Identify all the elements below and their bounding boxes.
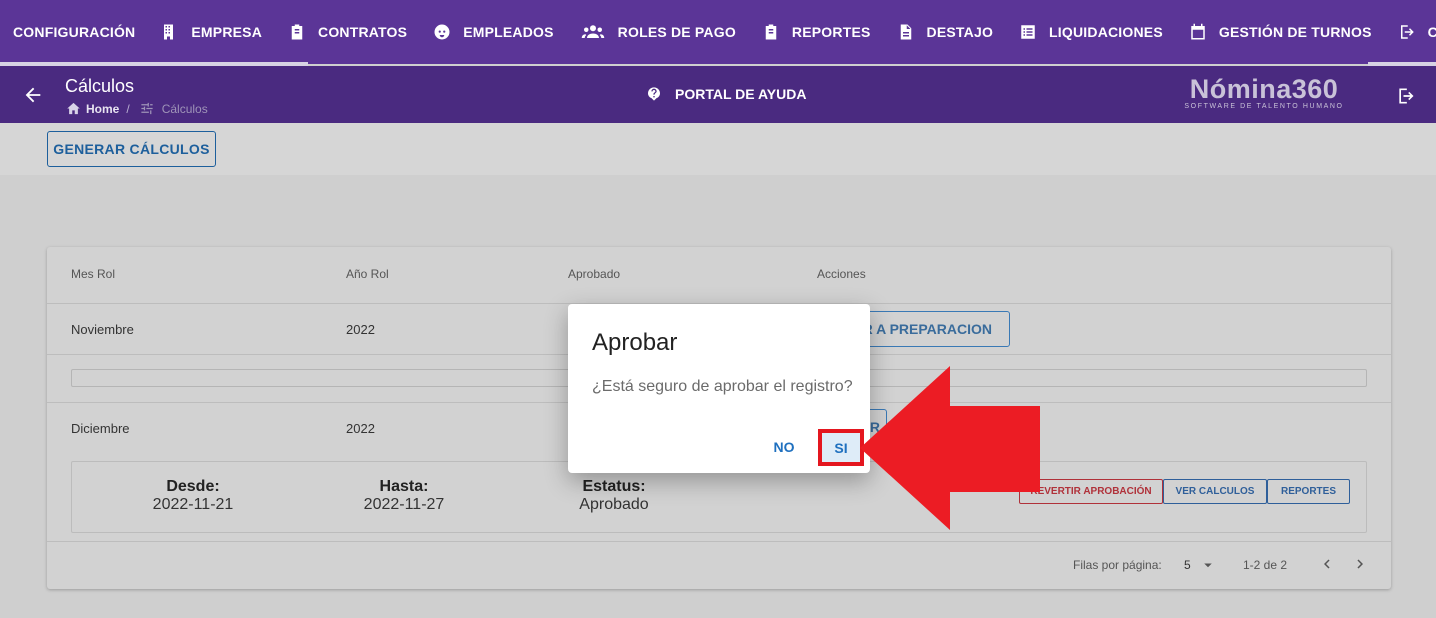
sliders-icon xyxy=(141,102,153,115)
detail-estatus: Estatus: Aprobado xyxy=(559,478,669,514)
brand-tagline: SOFTWARE DE TALENTO HUMANO xyxy=(1184,103,1344,110)
page-header: Cálculos Home / Cálculos PORTAL DE AYUDA… xyxy=(0,66,1436,123)
breadcrumb: Home / Cálculos xyxy=(66,101,208,116)
rows-per-page-select[interactable]: 5 xyxy=(1184,558,1191,572)
detail-desde-value: 2022-11-21 xyxy=(152,496,234,513)
nav-label: DESTAJO xyxy=(926,24,994,40)
building-icon xyxy=(161,23,179,41)
brand-name: Nómina360 xyxy=(1189,74,1339,104)
cell-anio: 2022 xyxy=(346,322,375,337)
document-icon xyxy=(897,23,915,41)
nav-label: EMPLEADOS xyxy=(463,24,554,40)
people-icon xyxy=(580,23,606,41)
breadcrumb-home[interactable]: Home xyxy=(86,102,119,116)
top-navigation: CONFIGURACIÓN EMPRESA CONTRATOS EMPLEADO… xyxy=(0,0,1436,64)
list-icon xyxy=(1019,23,1037,41)
breadcrumb-current: Cálculos xyxy=(137,101,208,116)
help-label: PORTAL DE AYUDA xyxy=(675,86,807,102)
nav-cerrar[interactable]: CERRA xyxy=(1385,0,1436,64)
dialog-no-button[interactable]: NO xyxy=(764,430,804,464)
nav-label: LIQUIDACIONES xyxy=(1049,24,1163,40)
face-icon xyxy=(433,23,451,41)
nav-contratos[interactable]: CONTRATOS xyxy=(275,0,420,64)
nav-gestion-de-turnos[interactable]: GESTIÓN DE TURNOS xyxy=(1176,0,1385,64)
detail-hasta-value: 2022-11-27 xyxy=(363,496,445,513)
breadcrumb-separator: / xyxy=(126,101,130,116)
nav-empresa[interactable]: EMPRESA xyxy=(148,0,275,64)
generate-calculations-button[interactable]: GENERAR CÁLCULOS xyxy=(47,131,216,167)
nav-label: ROLES DE PAGO xyxy=(617,24,736,40)
calendar-icon xyxy=(1189,23,1207,41)
cell-mes: Diciembre xyxy=(71,421,130,436)
next-page-icon[interactable] xyxy=(1351,555,1369,573)
approve-dialog: Aprobar ¿Está seguro de aprobar el regis… xyxy=(568,304,870,473)
dialog-message: ¿Está seguro de aprobar el registro? xyxy=(592,378,853,395)
dialog-title: Aprobar xyxy=(592,329,678,356)
nav-roles-de-pago[interactable]: ROLES DE PAGO xyxy=(567,0,749,64)
column-header-aprobado[interactable]: Aprobado xyxy=(568,267,620,281)
rows-per-page-label: Filas por página: xyxy=(1073,558,1162,572)
detail-estatus-label: Estatus: xyxy=(582,478,646,495)
help-icon xyxy=(648,87,660,101)
nav-label: REPORTES xyxy=(791,24,871,40)
nav-label: EMPRESA xyxy=(191,24,263,40)
red-arrow-annotation-icon xyxy=(860,366,1040,530)
clipboard-icon xyxy=(762,23,780,41)
column-header-anio-rol[interactable]: Año Rol xyxy=(346,267,389,281)
page-title: Cálculos xyxy=(65,76,135,96)
nav-label: CONFIGURACIÓN xyxy=(13,24,136,40)
logout-icon xyxy=(1398,23,1416,41)
nav-reportes[interactable]: REPORTES xyxy=(749,0,884,64)
help-portal-link[interactable]: PORTAL DE AYUDA xyxy=(646,86,806,102)
nav-label: CERRA xyxy=(1427,24,1436,40)
brand-logo: Nómina360 SOFTWARE DE TALENTO HUMANO xyxy=(1174,74,1354,110)
cell-mes: Noviembre xyxy=(71,322,134,337)
nav-destajo[interactable]: DESTAJO xyxy=(884,0,1007,64)
breadcrumb-current-label: Cálculos xyxy=(161,101,208,116)
clipboard-icon xyxy=(288,23,306,41)
logout-icon[interactable] xyxy=(1396,86,1416,106)
nav-liquidaciones[interactable]: LIQUIDACIONES xyxy=(1006,0,1176,64)
nav-label: CONTRATOS xyxy=(318,24,408,40)
detail-estatus-value: Aprobado xyxy=(579,496,649,513)
nav-configuracion[interactable]: CONFIGURACIÓN xyxy=(0,0,148,64)
previous-page-icon[interactable] xyxy=(1318,555,1336,573)
home-icon xyxy=(67,102,80,115)
reports-button[interactable]: REPORTES xyxy=(1267,479,1350,504)
detail-desde-label: Desde: xyxy=(166,478,220,495)
column-header-acciones: Acciones xyxy=(817,267,866,281)
divider xyxy=(47,541,1391,542)
back-arrow-icon[interactable] xyxy=(22,84,44,106)
dropdown-arrow-icon[interactable] xyxy=(1199,556,1217,574)
pagination-range: 1-2 de 2 xyxy=(1243,558,1288,572)
detail-desde: Desde: 2022-11-21 xyxy=(138,478,248,514)
cell-anio: 2022 xyxy=(346,421,375,436)
nav-label: GESTIÓN DE TURNOS xyxy=(1218,24,1372,40)
detail-hasta-label: Hasta: xyxy=(379,478,429,495)
toolbar: GENERAR CÁLCULOS xyxy=(0,123,1436,175)
detail-hasta: Hasta: 2022-11-27 xyxy=(349,478,459,514)
view-calculations-button[interactable]: VER CALCULOS xyxy=(1163,479,1267,504)
nav-empleados[interactable]: EMPLEADOS xyxy=(420,0,566,64)
column-header-mes-rol[interactable]: Mes Rol xyxy=(71,267,115,281)
